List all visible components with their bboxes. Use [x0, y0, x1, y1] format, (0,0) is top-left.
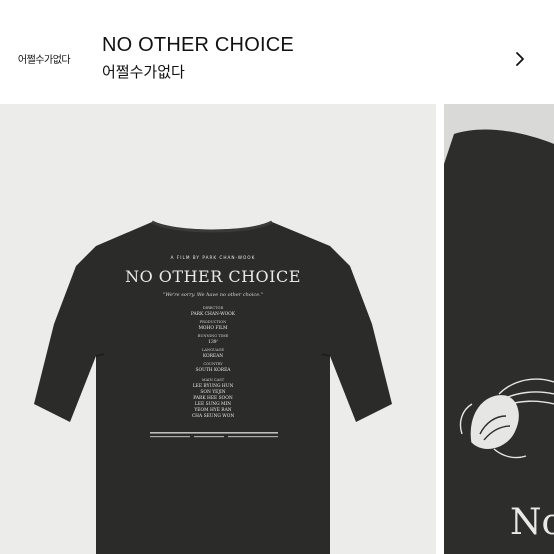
- credit-role: DIRECTOR: [203, 306, 224, 310]
- closeup-print-text: No: [510, 502, 554, 543]
- chevron-right-icon[interactable]: [512, 50, 528, 68]
- shirt-title: NO OTHER CHOICE: [125, 267, 301, 286]
- credit-value: PARK CHAN-WOOK: [191, 312, 236, 317]
- credit-role: COUNTRY: [203, 362, 223, 366]
- credit-role: LANGUAGE: [202, 348, 224, 352]
- credit-role: RUNNING TIME: [198, 334, 229, 338]
- product-title-english: NO OTHER CHOICE: [102, 34, 294, 56]
- product-thumbnail: 어쩔수가없다: [17, 36, 71, 80]
- cast-name: CHA SEUNG WON: [192, 414, 235, 419]
- cast-name: LEE SUNG MIN: [195, 402, 231, 407]
- credit-value: 139': [208, 340, 218, 345]
- gallery-slide-shirt-back[interactable]: A FILM BY PARK CHAN-WOOK NO OTHER CHOICE…: [0, 104, 436, 554]
- credit-value: SOUTH KOREA: [196, 368, 232, 373]
- tshirt-image: A FILM BY PARK CHAN-WOOK NO OTHER CHOICE…: [34, 220, 392, 554]
- thumbnail-label: 어쩔수가없다: [17, 54, 71, 66]
- image-gallery[interactable]: A FILM BY PARK CHAN-WOOK NO OTHER CHOICE…: [0, 104, 554, 554]
- product-title-korean: 어쩔수가없다: [102, 63, 185, 81]
- closeup-fabric: [444, 129, 554, 554]
- cast-name: SON YEJIN: [200, 390, 225, 395]
- credit-role: PRODUCTION: [200, 320, 227, 324]
- cast-name: YEOM HYE RAN: [193, 408, 231, 413]
- product-header[interactable]: 어쩔수가없다 NO OTHER CHOICE 어쩔수가없다: [0, 0, 554, 104]
- shirt-tagline: "We're sorry. We have no other choice.": [163, 292, 263, 298]
- gallery-slide-closeup[interactable]: No: [444, 104, 554, 554]
- closeup-image: No: [444, 104, 554, 554]
- cast-name: PARK HEE SOON: [193, 396, 233, 401]
- credit-value: MOHO FILM: [198, 326, 228, 331]
- credit-value: KOREAN: [203, 354, 223, 359]
- cast-label: MAIN CAST: [202, 378, 225, 382]
- shirt-film-line: A FILM BY PARK CHAN-WOOK: [171, 255, 256, 260]
- cast-name: LEE BYUNG HUN: [193, 384, 234, 389]
